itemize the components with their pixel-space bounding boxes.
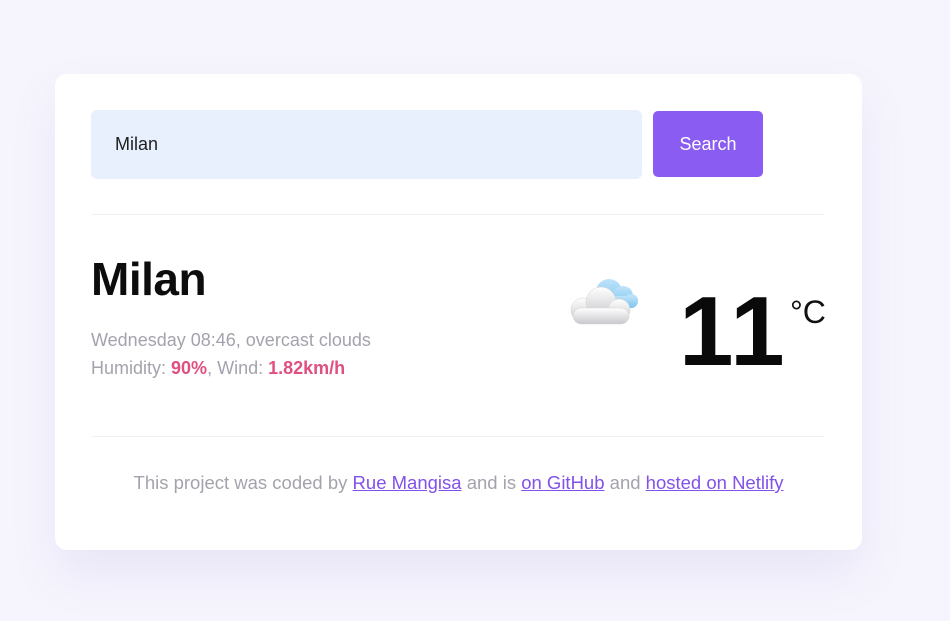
- search-button[interactable]: Search: [653, 111, 763, 177]
- footer-text-2: and is: [466, 472, 517, 493]
- date-description-line: Wednesday 08:46, overcast clouds: [91, 330, 371, 350]
- temperature-value: 11: [679, 276, 787, 386]
- author-link[interactable]: Rue Mangisa: [353, 472, 462, 493]
- bottom-divider: [91, 436, 824, 437]
- weather-description: overcast clouds: [245, 330, 371, 350]
- humidity-value: 90%: [171, 358, 208, 378]
- footer-text-3: and: [609, 472, 641, 493]
- github-link[interactable]: on GitHub: [521, 472, 604, 493]
- netlify-link[interactable]: hosted on Netlify: [646, 472, 784, 493]
- weather-details: Wednesday 08:46, overcast clouds Humidit…: [91, 326, 371, 382]
- city-name: Milan: [91, 253, 207, 305]
- wind-label: Wind:: [217, 358, 264, 378]
- footer-text-1: This project was coded by: [133, 472, 348, 493]
- weather-card: Search Milan Wednesday 08:46, overcast c…: [55, 74, 862, 550]
- top-divider: [91, 214, 824, 215]
- cloud-icon: [570, 279, 638, 325]
- search-input[interactable]: [91, 110, 642, 179]
- wind-value: 1.82km/h: [268, 358, 346, 378]
- temperature-unit: °C: [790, 294, 826, 330]
- footer-credits: This project was coded by Rue Mangisa an…: [55, 472, 862, 494]
- humidity-label: Humidity:: [91, 358, 167, 378]
- humidity-wind-line: Humidity: 90%, Wind: 1.82km/h: [91, 358, 346, 378]
- day-time: Wednesday 08:46: [91, 330, 236, 350]
